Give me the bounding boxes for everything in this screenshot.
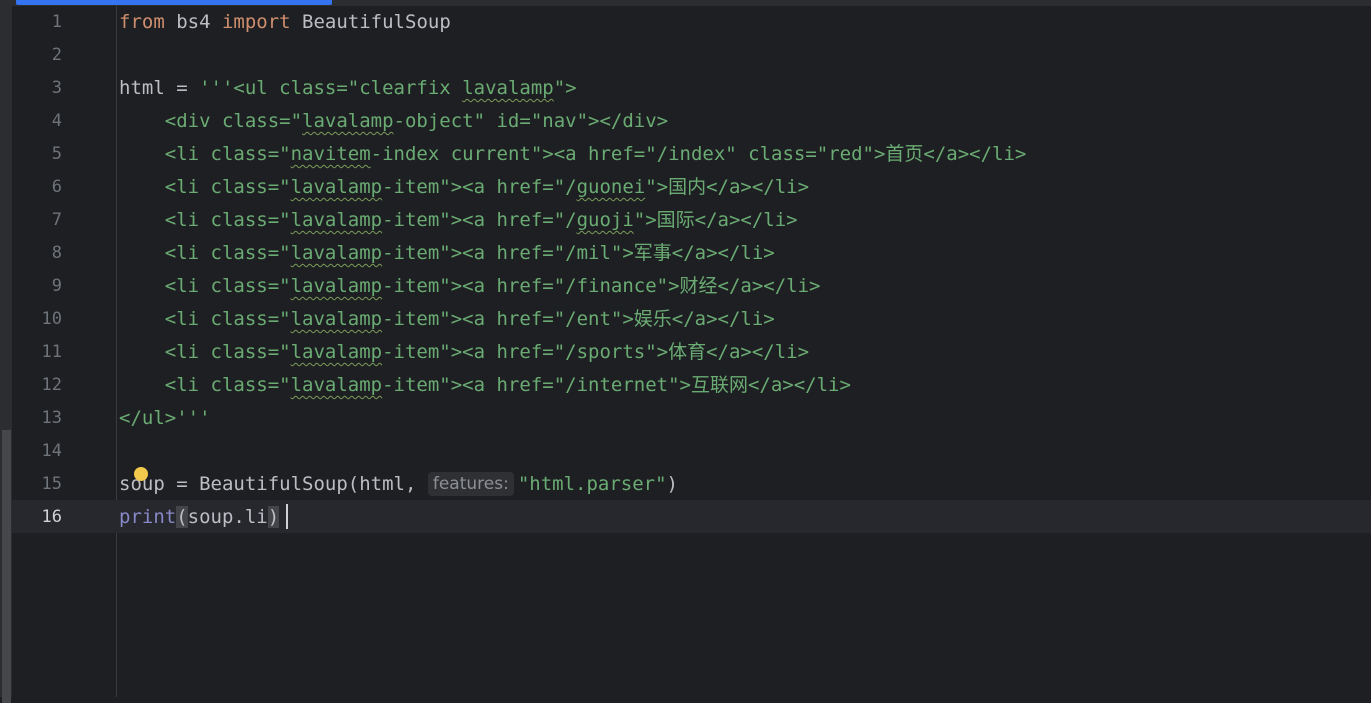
line-number: 8: [51, 243, 62, 263]
code-line-9[interactable]: <li class="lavalamp-item"><a href="/fina…: [119, 270, 821, 303]
string-text: -item"><a href="/internet">互联网</a></li>: [382, 374, 851, 396]
code-line-12[interactable]: <li class="lavalamp-item"><a href="/inte…: [119, 369, 851, 402]
code-text: soup = BeautifulSoup(html,: [119, 473, 428, 495]
string-text: <div class=": [119, 110, 303, 132]
string-text: <li class=": [119, 374, 291, 396]
line-number: 9: [51, 276, 62, 296]
code-line-15[interactable]: soup = BeautifulSoup(html, features: "htm…: [119, 468, 678, 501]
string-text: "html.parser": [517, 473, 667, 495]
string-text: -item"><a href="/ent">娱乐</a></li>: [382, 308, 775, 330]
string-text: -item"><a href="/sports">体育</a></li>: [382, 341, 810, 363]
line-number: 13: [41, 408, 62, 428]
string-text: -item"><a href="/: [382, 176, 577, 198]
matched-bracket: (: [176, 506, 188, 528]
line-number: 15: [41, 474, 62, 494]
string-text: <li class=": [119, 176, 291, 198]
code-line-4[interactable]: <div class="lavalamp-object" id="nav"></…: [119, 105, 668, 138]
typo-word: lavalamp: [290, 374, 383, 396]
code-line-16[interactable]: print(soup.li): [119, 501, 280, 534]
code-line-7[interactable]: <li class="lavalamp-item"><a href="/guoj…: [119, 204, 798, 237]
left-scrollbar[interactable]: [0, 6, 12, 703]
string-text: -item"><a href="/finance">财经</a></li>: [382, 275, 821, 297]
matched-bracket: ): [267, 506, 280, 528]
line-number: 12: [41, 375, 62, 395]
string-text: ">国际</a></li>: [633, 209, 798, 231]
typo-word: lavalamp: [290, 308, 383, 330]
typo-word: guonei: [576, 176, 646, 198]
code-line-5[interactable]: <li class="navitem-index current"><a hre…: [119, 138, 1027, 171]
line-number: 3: [51, 78, 62, 98]
string-text: -index current"><a href="/index" class="…: [370, 143, 1027, 165]
string-text: <li class=": [119, 341, 291, 363]
gutter-divider: [116, 6, 117, 697]
code-text: bs4: [164, 11, 222, 33]
text-cursor: [286, 504, 288, 529]
line-number: 7: [51, 210, 62, 230]
code-text: html =: [119, 77, 200, 99]
string-text: <li class=": [119, 242, 291, 264]
builtin-print: print: [119, 506, 177, 528]
code-text: BeautifulSoup: [290, 11, 451, 33]
typo-word: guoji: [576, 209, 634, 231]
string-text: ">: [553, 77, 577, 99]
line-number: 6: [51, 177, 62, 197]
line-number: 11: [41, 342, 62, 362]
code-line-10[interactable]: <li class="lavalamp-item"><a href="/ent"…: [119, 303, 775, 336]
typo-word: lavalamp: [290, 341, 383, 363]
code-line-11[interactable]: <li class="lavalamp-item"><a href="/spor…: [119, 336, 809, 369]
typo-word: lavalamp: [290, 275, 383, 297]
string-text: -object" id="nav"></div>: [393, 110, 669, 132]
code-line-13[interactable]: </ul>''': [119, 402, 211, 435]
scrollbar-thumb[interactable]: [2, 430, 11, 703]
keyword-import: import: [221, 11, 291, 33]
typo-word: lavalamp: [462, 77, 554, 99]
typo-word: lavalamp: [290, 242, 383, 264]
string-text: '''<ul class="clearfix: [199, 77, 463, 99]
string-text: <li class=": [119, 308, 291, 330]
parameter-hint: features:: [427, 472, 514, 496]
lightbulb-icon[interactable]: [134, 467, 148, 481]
line-number-current: 16: [41, 507, 62, 527]
code-text: soup.li: [187, 506, 268, 528]
typo-word: lavalamp: [302, 110, 394, 132]
line-number: 5: [51, 144, 62, 164]
string-text: -item"><a href="/mil">军事</a></li>: [382, 242, 775, 264]
code-line-1[interactable]: from bs4 import BeautifulSoup: [119, 6, 451, 39]
string-text: -item"><a href="/: [382, 209, 577, 231]
code-text: ): [666, 473, 678, 495]
string-text: ">国内</a></li>: [645, 176, 810, 198]
string-text: <li class=": [119, 209, 291, 231]
line-number: 10: [41, 309, 62, 329]
code-line-6[interactable]: <li class="lavalamp-item"><a href="/guon…: [119, 171, 809, 204]
line-number: 4: [51, 111, 62, 131]
typo-word: lavalamp: [290, 209, 383, 231]
line-number: 14: [41, 441, 62, 461]
string-text: </ul>''': [119, 407, 211, 429]
editor-tab-indicator[interactable]: [16, 0, 332, 5]
string-text: <li class=": [119, 275, 291, 297]
typo-word: navitem: [290, 143, 371, 165]
typo-word: lavalamp: [290, 176, 383, 198]
keyword-from: from: [119, 11, 165, 33]
line-number: 2: [51, 45, 62, 65]
code-line-8[interactable]: <li class="lavalamp-item"><a href="/mil"…: [119, 237, 775, 270]
code-line-3[interactable]: html = '''<ul class="clearfix lavalamp">: [119, 72, 577, 105]
string-text: <li class=": [119, 143, 291, 165]
line-number: 1: [51, 12, 62, 32]
